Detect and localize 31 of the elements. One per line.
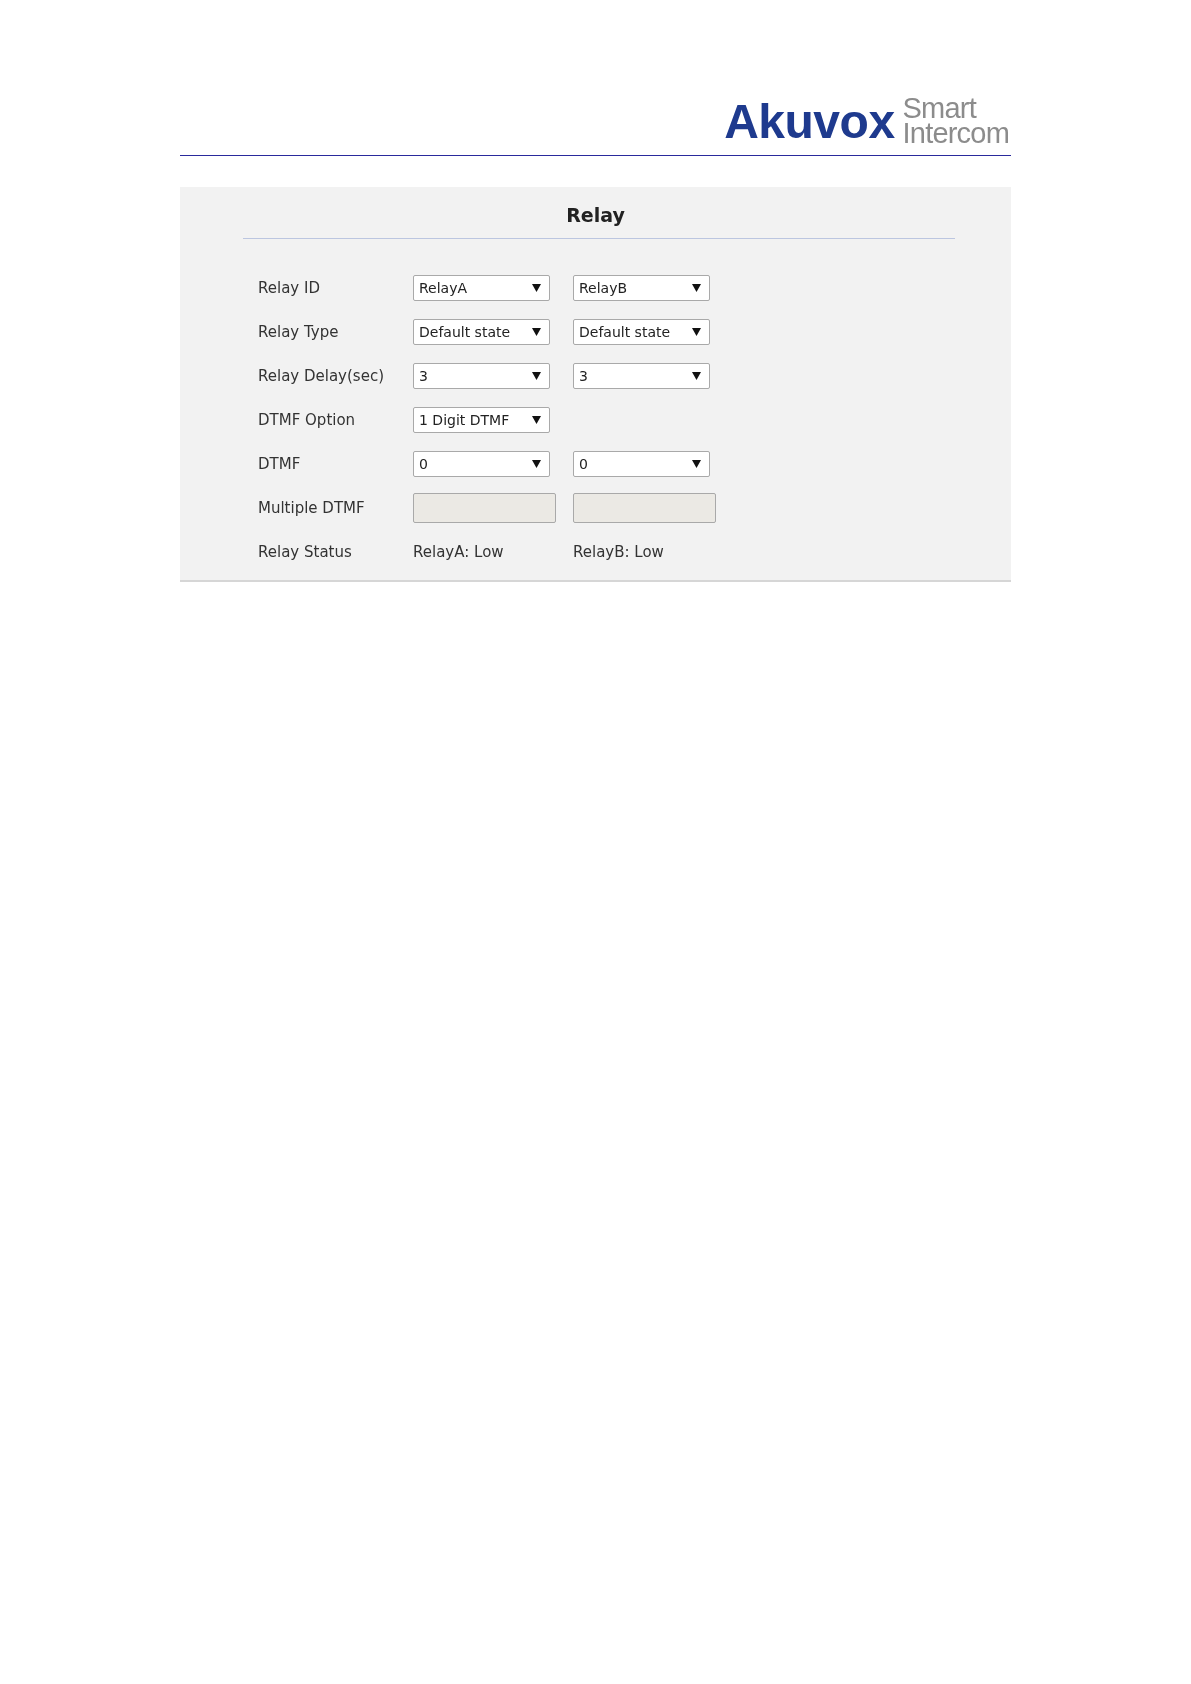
field-label: Relay ID xyxy=(258,277,321,299)
tagline-text: Intercom xyxy=(902,121,1009,146)
dropdown[interactable]: 1 Digit DTMF xyxy=(413,407,550,433)
caret-icon xyxy=(692,460,701,468)
dropdown[interactable]: 0 xyxy=(413,451,550,477)
caret-icon xyxy=(532,460,541,468)
caret-icon xyxy=(692,284,701,292)
dropdown[interactable]: RelayB xyxy=(573,275,710,301)
status-text: RelayA: Low xyxy=(413,543,504,561)
dropdown[interactable]: 3 xyxy=(413,363,550,389)
caret-icon xyxy=(692,372,701,380)
field-label: Relay Delay(sec) xyxy=(258,365,385,387)
field-label: Multiple DTMF xyxy=(258,497,366,519)
dropdown[interactable]: RelayA xyxy=(413,275,550,301)
caret-icon xyxy=(532,416,541,424)
caret-icon xyxy=(532,328,541,336)
panel-title: Relay xyxy=(565,203,626,228)
dropdown[interactable]: Default state xyxy=(413,319,550,345)
field-label: DTMF xyxy=(258,453,302,475)
field-label: DTMF Option xyxy=(258,409,357,431)
field-label: Relay Type xyxy=(258,321,340,343)
field-label: Relay Status xyxy=(258,541,353,563)
caret-icon xyxy=(532,284,541,292)
dropdown[interactable]: 0 xyxy=(573,451,710,477)
tagline-text: Smart xyxy=(902,96,977,121)
caret-icon xyxy=(532,372,541,380)
brand-name: Akuvox xyxy=(724,98,895,146)
dropdown[interactable]: 3 xyxy=(573,363,710,389)
caret-icon xyxy=(692,328,701,336)
dropdown[interactable]: Default state xyxy=(573,319,710,345)
status-text: RelayB: Low xyxy=(573,543,664,561)
